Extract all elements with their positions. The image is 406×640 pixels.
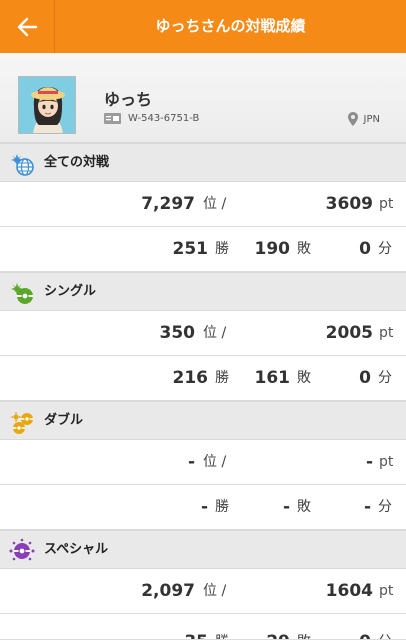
- wins-unit: 勝: [215, 370, 229, 386]
- section-title: シングル: [44, 284, 97, 299]
- record-row-all: 251 勝 190 敗 0 分: [0, 227, 406, 272]
- section-title: スペシャル: [44, 542, 109, 557]
- avatar: [18, 76, 76, 134]
- draws-unit: 分: [378, 620, 392, 639]
- draws-unit: 分: [378, 370, 392, 386]
- section-title: ダブル: [44, 413, 84, 428]
- losses-value: -: [282, 497, 290, 517]
- points-value: 2005: [325, 323, 373, 343]
- wins-value: 216: [172, 368, 209, 388]
- section-header-all: 全ての対戦: [0, 143, 406, 182]
- app-bar: ゆっちさんの対戦成績: [0, 0, 406, 53]
- losses-unit: 敗: [297, 370, 311, 386]
- special-battle-icon: [9, 538, 35, 561]
- draws-value: -: [363, 497, 371, 517]
- record-row-special: 35 勝 29 敗 0 分: [0, 614, 406, 640]
- wins-unit: 勝: [215, 499, 229, 515]
- losses-unit: 敗: [297, 499, 311, 515]
- record-row-double: - 勝 - 敗 - 分: [0, 485, 406, 530]
- points-unit: pt: [379, 583, 394, 599]
- draws-unit: 分: [378, 241, 392, 257]
- back-arrow-icon: [17, 17, 38, 36]
- rank-value: 7,297: [141, 194, 195, 214]
- rank-unit: 位 /: [203, 196, 227, 212]
- section-header-single: シングル: [0, 272, 406, 311]
- rank-row-special: 2,097 位 / 1604 pt: [0, 569, 406, 614]
- location-pin-icon: [347, 112, 358, 126]
- record-row-single: 216 勝 161 敗 0 分: [0, 356, 406, 401]
- draws-unit: 分: [378, 499, 392, 515]
- points-value: 1604: [325, 581, 373, 601]
- rank-value: 350: [159, 323, 196, 343]
- rank-unit: 位 /: [203, 454, 227, 470]
- draws-value: 0: [359, 239, 371, 259]
- losses-unit: 敗: [297, 241, 311, 257]
- points-unit: pt: [379, 454, 394, 470]
- wins-unit: 勝: [215, 241, 229, 257]
- double-battle-icon: [10, 411, 33, 434]
- single-battle-icon: [11, 283, 33, 304]
- losses-value: 190: [254, 239, 291, 259]
- rank-row-single: 350 位 / 2005 pt: [0, 311, 406, 356]
- section-title: 全ての対戦: [44, 155, 110, 170]
- rank-value: -: [187, 452, 195, 472]
- wins-value: 35: [184, 620, 208, 639]
- profile-card: ゆっち W-543-6751-B JPN: [0, 53, 406, 143]
- losses-value: 161: [254, 368, 291, 388]
- losses-unit: 敗: [297, 620, 311, 639]
- country-code: JPN: [363, 113, 380, 125]
- player-name: ゆっち: [104, 90, 153, 109]
- draws-value: 0: [359, 620, 371, 639]
- rank-unit: 位 /: [203, 583, 227, 599]
- rank-row-double: - 位 / - pt: [0, 440, 406, 485]
- draws-value: 0: [359, 368, 371, 388]
- losses-value: 29: [266, 620, 290, 639]
- player-id-line: W-543-6751-B: [104, 113, 199, 124]
- points-unit: pt: [379, 196, 394, 212]
- section-header-double: ダブル: [0, 401, 406, 440]
- wins-value: 251: [172, 239, 209, 259]
- points-value: -: [365, 452, 373, 472]
- rank-row-all: 7,297 位 / 3609 pt: [0, 182, 406, 227]
- globe-battle-icon: [11, 154, 34, 176]
- player-country: JPN: [347, 112, 380, 126]
- rank-unit: 位 /: [203, 325, 227, 341]
- page-title: ゆっちさんの対戦成績: [155, 17, 306, 35]
- section-header-special: スペシャル: [0, 530, 406, 569]
- id-card-icon: [104, 113, 121, 124]
- wins-unit: 勝: [215, 620, 229, 639]
- player-id: W-543-6751-B: [128, 113, 200, 124]
- rank-value: 2,097: [141, 581, 195, 601]
- wins-value: -: [200, 497, 208, 517]
- points-unit: pt: [379, 325, 394, 341]
- back-button[interactable]: [0, 0, 55, 53]
- points-value: 3609: [325, 194, 373, 214]
